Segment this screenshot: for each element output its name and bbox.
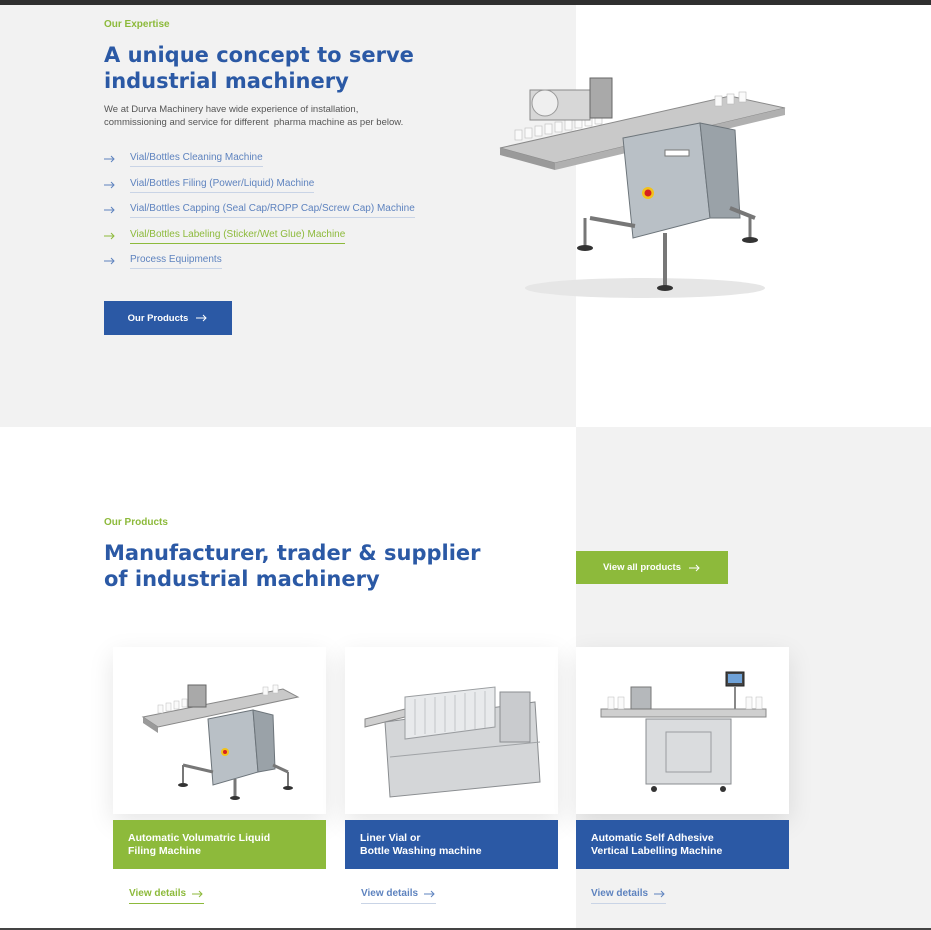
product-title: Automatic Volumatric Liquid Filing Machi… — [113, 820, 326, 869]
our-products-label: Our Products — [127, 312, 189, 324]
labeling-machine-image — [499, 77, 786, 298]
arrow-right-icon — [196, 314, 208, 322]
product-card[interactable]: Liner Vial or Bottle Washing machine — [345, 647, 558, 869]
intro-line1: We at Durva Machinery have wide experien… — [104, 104, 359, 115]
our-products-button[interactable]: Our Products — [104, 301, 232, 335]
product-image[interactable] — [345, 647, 558, 814]
expertise-heading-line2: industrial machinery — [104, 69, 349, 93]
arrow-right-icon — [104, 206, 115, 214]
service-item[interactable]: Vial/Bottles Cleaning Machine — [104, 152, 415, 178]
arrow-right-icon — [104, 181, 115, 188]
service-item[interactable]: Process Equipments — [104, 254, 415, 280]
product-card[interactable]: Automatic Volumatric Liquid Filing Machi… — [113, 647, 326, 869]
product-title-line1: Liner Vial or — [360, 832, 421, 844]
view-details-link[interactable]: View details — [361, 888, 437, 904]
view-details-label: View details — [361, 888, 419, 899]
service-link-labeling[interactable]: Vial/Bottles Labeling (Sticker/Wet Glue)… — [130, 229, 346, 244]
arrow-right-icon — [424, 890, 435, 897]
product-title-line1: Automatic Volumatric Liquid — [128, 832, 271, 844]
service-item[interactable]: Vial/Bottles Capping (Seal Cap/ROPP Cap/… — [104, 203, 415, 229]
expertise-heading-line1: A unique concept to serve — [104, 43, 414, 67]
product-image[interactable] — [576, 647, 789, 814]
arrow-right-icon — [654, 890, 665, 897]
service-link-process[interactable]: Process Equipments — [130, 254, 222, 269]
expertise-heading: A unique concept to serve industrial mac… — [104, 42, 414, 94]
arrow-right-icon — [104, 232, 115, 239]
arrow-right-icon — [688, 564, 700, 571]
view-details-label: View details — [591, 888, 649, 899]
service-item[interactable]: Vial/Bottles Filing (Power/Liquid) Machi… — [104, 178, 415, 204]
product-card[interactable]: Automatic Self Adhesive Vertical Labelli… — [576, 647, 789, 869]
service-link-filling[interactable]: Vial/Bottles Filing (Power/Liquid) Machi… — [130, 178, 315, 193]
product-title-line1: Automatic Self Adhesive — [591, 832, 714, 844]
service-item[interactable]: Vial/Bottles Labeling (Sticker/Wet Glue)… — [104, 229, 415, 255]
arrow-right-icon — [192, 890, 203, 897]
products-eyebrow: Our Products — [104, 517, 168, 528]
products-heading-line2: of industrial machinery — [104, 567, 380, 591]
product-title-line2: Bottle Washing machine — [360, 845, 482, 857]
view-details-label: View details — [129, 888, 187, 899]
service-link-cleaning[interactable]: Vial/Bottles Cleaning Machine — [130, 152, 263, 167]
expertise-eyebrow: Our Expertise — [104, 19, 170, 30]
product-title-line2: Vertical Labelling Machine — [591, 845, 723, 857]
product-title: Automatic Self Adhesive Vertical Labelli… — [576, 820, 789, 869]
view-details-link[interactable]: View details — [129, 888, 205, 904]
intro-line2: commissioning and service for different … — [104, 117, 404, 128]
arrow-right-icon — [104, 257, 115, 265]
service-link-capping[interactable]: Vial/Bottles Capping (Seal Cap/ROPP Cap/… — [130, 203, 415, 218]
view-details-link[interactable]: View details — [591, 888, 667, 904]
labeling-machine-image — [141, 684, 300, 800]
arrow-right-icon — [104, 155, 115, 163]
washing-machine-image — [364, 686, 541, 798]
services-list: Vial/Bottles Cleaning Machine Vial/Bottl… — [104, 152, 415, 280]
vertical-labelling-machine-image — [600, 671, 767, 792]
products-heading: Manufacturer, trader & supplier of indus… — [104, 540, 481, 592]
product-image[interactable] — [113, 647, 326, 814]
view-all-products-button[interactable]: View all products — [576, 551, 728, 584]
product-title: Liner Vial or Bottle Washing machine — [345, 820, 558, 869]
products-heading-line1: Manufacturer, trader & supplier — [104, 541, 481, 565]
expertise-intro: We at Durva Machinery have wide experien… — [104, 103, 444, 129]
product-title-line2: Filing Machine — [128, 845, 201, 857]
view-all-products-label: View all products — [603, 562, 681, 573]
